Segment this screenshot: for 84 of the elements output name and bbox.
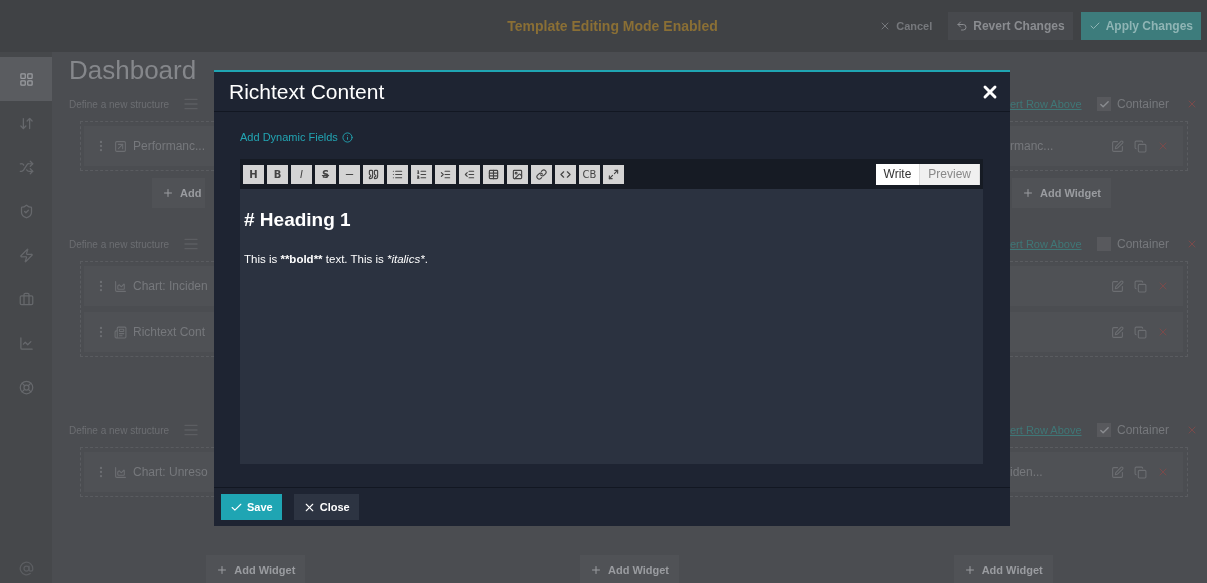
lightning-icon xyxy=(18,247,34,263)
briefcase-icon xyxy=(18,291,34,307)
area-chart-icon xyxy=(114,279,127,293)
add-dynamic-fields-link[interactable]: Add Dynamic Fields xyxy=(240,129,353,145)
plus-icon xyxy=(1022,187,1034,199)
info-icon xyxy=(341,131,353,143)
sort-arrows-icon xyxy=(18,115,34,131)
undo-arrow-icon xyxy=(956,20,969,32)
grid-icon xyxy=(18,71,34,87)
close-icon[interactable] xyxy=(1186,424,1198,436)
close-icon[interactable] xyxy=(1157,140,1169,152)
quote-button[interactable] xyxy=(363,164,384,184)
table-icon xyxy=(488,168,499,180)
add-widget-button[interactable]: Add Widget xyxy=(580,555,679,583)
plus-icon xyxy=(963,564,976,576)
edit-icon[interactable] xyxy=(1111,279,1124,293)
area-chart-icon xyxy=(114,465,127,479)
save-button[interactable]: Save xyxy=(221,494,282,520)
horizontal-rule-button[interactable] xyxy=(339,164,360,184)
mode-banner-title: Template Editing Mode Enabled xyxy=(507,18,718,34)
plus-icon xyxy=(162,187,174,199)
add-widget-button[interactable]: Add xyxy=(152,178,206,208)
toolbar-button[interactable]: CB xyxy=(579,164,600,184)
shuffle-icon xyxy=(18,159,34,175)
markdown-editor[interactable]: # Heading 1 This is **bold** text. This is *italics*. xyxy=(240,189,983,464)
dialog-title: Richtext Content xyxy=(229,79,385,104)
close-icon[interactable] xyxy=(1186,98,1198,110)
check-icon xyxy=(1088,20,1101,32)
bulleted-list-icon xyxy=(392,168,403,180)
page-title: Dashboard xyxy=(69,55,197,86)
outdent-button[interactable] xyxy=(459,164,480,184)
plus-icon xyxy=(590,564,602,576)
copy-icon[interactable] xyxy=(1134,139,1147,153)
copy-icon[interactable] xyxy=(1134,279,1147,293)
document-icon xyxy=(114,325,127,339)
copy-icon[interactable] xyxy=(1134,465,1147,479)
code-button[interactable] xyxy=(555,164,576,184)
link-icon xyxy=(536,168,547,180)
toolbar-button[interactable]: B xyxy=(267,164,288,184)
toolbar-button[interactable]: I xyxy=(291,164,312,184)
heading-text: # Heading 1 xyxy=(244,209,352,231)
image-icon xyxy=(512,168,523,180)
edit-icon[interactable] xyxy=(1111,465,1124,479)
bulleted-list-button[interactable] xyxy=(387,164,408,184)
add-widget-button[interactable]: Add Widget xyxy=(206,555,306,583)
numbered-list-icon xyxy=(416,168,427,180)
check-icon xyxy=(1098,424,1110,436)
close-icon[interactable] xyxy=(1157,280,1169,292)
lifebuoy-icon xyxy=(18,379,34,395)
revert-button[interactable]: Revert Changes xyxy=(948,12,1073,40)
close-button[interactable]: Close xyxy=(293,494,359,520)
add-widget-button[interactable]: Add Widget xyxy=(953,555,1053,583)
add-widget-button[interactable]: Add Widget xyxy=(1012,178,1111,208)
toolbar-button[interactable]: H xyxy=(243,164,264,184)
quote-icon xyxy=(368,168,379,180)
shield-icon xyxy=(18,203,34,219)
container-checkbox[interactable] xyxy=(1097,423,1111,437)
paragraph-text: This is **bold** text. This is *italics*. xyxy=(244,253,429,265)
edit-icon[interactable] xyxy=(1111,325,1124,339)
table-button[interactable] xyxy=(483,164,504,184)
editor-tab[interactable]: Write xyxy=(875,163,921,185)
fullscreen-button[interactable] xyxy=(603,164,624,184)
indent-icon xyxy=(440,168,451,180)
edit-icon[interactable] xyxy=(1111,139,1124,153)
close-icon[interactable] xyxy=(1157,326,1169,338)
container-checkbox[interactable] xyxy=(1097,97,1111,111)
sidebar-item[interactable] xyxy=(0,57,52,101)
at-sign-icon[interactable] xyxy=(18,560,34,576)
close-icon[interactable] xyxy=(1186,238,1198,250)
numbered-list-button[interactable] xyxy=(411,164,432,184)
code-icon xyxy=(560,168,571,180)
indent-button[interactable] xyxy=(435,164,456,184)
external-chart-icon xyxy=(114,139,127,153)
image-button[interactable] xyxy=(507,164,528,184)
apply-button[interactable]: Apply Changes xyxy=(1080,12,1201,40)
copy-icon[interactable] xyxy=(1134,325,1147,339)
check-icon xyxy=(1098,98,1110,110)
close-icon[interactable] xyxy=(1157,466,1169,478)
line-chart-icon xyxy=(18,335,34,351)
fullscreen-icon xyxy=(608,168,619,180)
toolbar-button[interactable]: S xyxy=(315,164,336,184)
outdent-icon xyxy=(464,168,475,180)
link-button[interactable] xyxy=(531,164,552,184)
plus-icon xyxy=(216,564,229,576)
